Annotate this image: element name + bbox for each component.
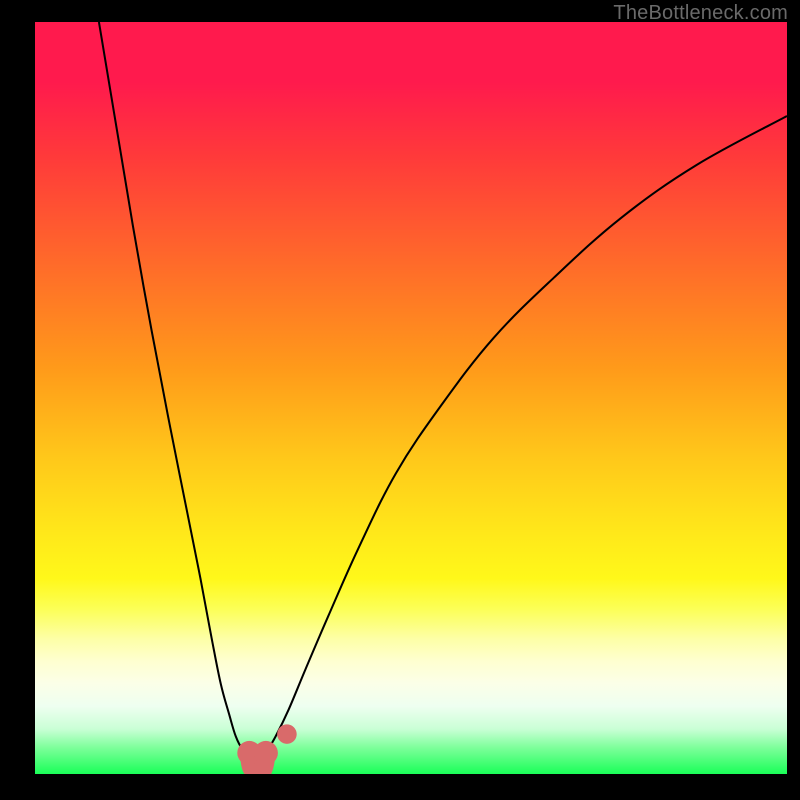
chart-plot-area (35, 22, 787, 774)
chart-frame: TheBottleneck.com (0, 0, 800, 800)
chart-svg (35, 22, 787, 774)
trough-markers (237, 724, 296, 765)
trough-right-cap (254, 741, 278, 765)
curve-right (266, 116, 787, 753)
watermark-text: TheBottleneck.com (613, 2, 788, 25)
curve-left (99, 22, 249, 753)
extra-dot (277, 724, 297, 744)
